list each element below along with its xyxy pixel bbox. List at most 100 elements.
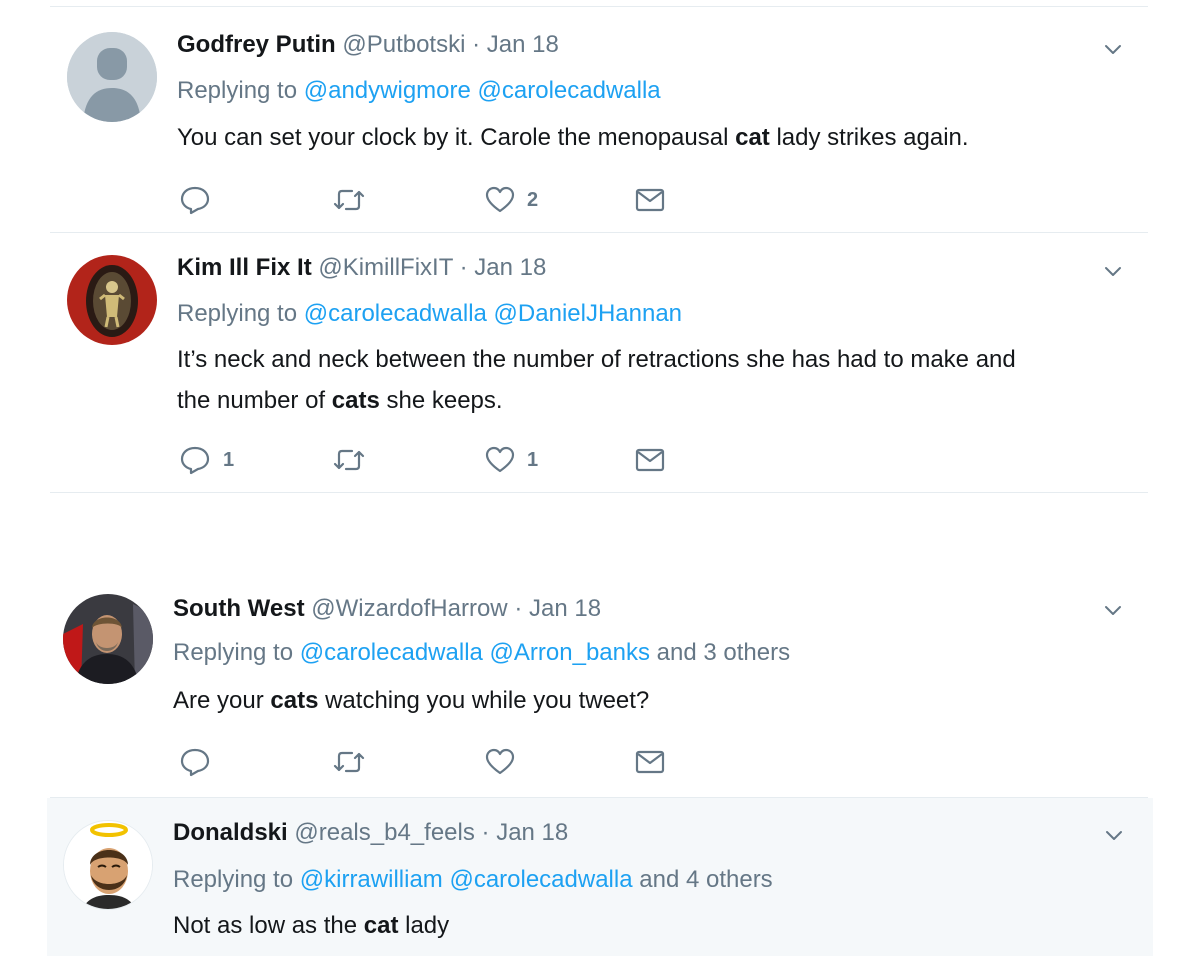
mention-link[interactable]: @carolecadwalla — [449, 866, 632, 893]
direct-message-button[interactable] — [635, 183, 665, 217]
retweet-button[interactable] — [332, 183, 378, 217]
avatar[interactable] — [63, 820, 153, 910]
like-count: 1 — [527, 448, 539, 471]
tweet-text-bold: cat — [363, 912, 399, 939]
replying-to-label: Replying to — [173, 866, 294, 893]
replying-to-line: Replying to @carolecadwalla @DanielJHann… — [177, 299, 682, 329]
reply-count: 1 — [223, 448, 235, 471]
chevron-down-icon[interactable] — [1103, 824, 1125, 846]
reply-icon — [180, 446, 210, 475]
like-button[interactable] — [485, 745, 527, 779]
replying-to-line: Replying to @andywigmore @carolecadwalla — [177, 76, 661, 106]
mention-link[interactable]: @Arron_banks — [490, 639, 650, 666]
like-count: 2 — [527, 188, 539, 211]
tweet-text-part: You can set your clock by it. Carole the… — [177, 124, 736, 151]
tweet-actions: 2 — [177, 183, 677, 217]
mention-link[interactable]: @carolecadwalla — [304, 300, 487, 327]
tweet-text: Not as low as the cat lady — [173, 905, 1113, 946]
display-name[interactable]: Godfrey Putin — [177, 31, 336, 58]
tweet-date[interactable]: Jan 18 — [496, 819, 568, 846]
separator-dot: · — [472, 31, 481, 58]
display-name[interactable]: Donaldski — [173, 819, 288, 846]
heart-icon — [485, 446, 515, 473]
mention-link[interactable]: @andywigmore — [304, 77, 471, 104]
chevron-down-icon[interactable] — [1102, 260, 1124, 282]
reply-icon — [180, 748, 210, 777]
retweet-icon — [333, 189, 365, 211]
tweet-highlighted[interactable]: Donaldski @reals_b4_feels · Jan 18 Reply… — [47, 798, 1153, 956]
heart-icon — [485, 748, 515, 775]
top-divider — [50, 6, 1148, 7]
user-handle[interactable]: @reals_b4_feels — [294, 819, 474, 846]
tweet-header: South West @WizardofHarrow · Jan 18 — [173, 594, 601, 624]
reply-button[interactable]: 1 — [179, 443, 234, 477]
separator-dot: · — [459, 254, 468, 281]
replying-to-line: Replying to @kirrawilliam @carolecadwall… — [173, 865, 773, 895]
replying-to-label: Replying to — [177, 300, 298, 327]
retweet-icon — [333, 751, 365, 773]
tweet-actions — [177, 745, 677, 779]
like-button[interactable]: 1 — [485, 443, 538, 477]
tweet-header: Donaldski @reals_b4_feels · Jan 18 — [173, 818, 568, 848]
tweet[interactable]: South West @WizardofHarrow · Jan 18 Repl… — [50, 572, 1148, 797]
retweet-button[interactable] — [332, 443, 378, 477]
envelope-icon — [635, 750, 665, 774]
tweet-text: It’s neck and neck between the number of… — [177, 339, 1137, 421]
profile-photo — [67, 255, 157, 345]
tweet-text-part: lady strikes again. — [769, 124, 969, 151]
tweet-header: Kim Ill Fix It @KimillFixIT · Jan 18 — [177, 253, 546, 283]
tweet-date[interactable]: Jan 18 — [474, 254, 546, 281]
retweet-button[interactable] — [332, 745, 378, 779]
bitmoji-avatar-icon — [64, 821, 152, 909]
tweet-text-bold: cats — [331, 387, 380, 414]
user-handle[interactable]: @Putbotski — [342, 31, 465, 58]
reply-button[interactable] — [179, 745, 223, 779]
tweet-text-part: lady — [398, 912, 450, 939]
envelope-icon — [635, 188, 665, 212]
avatar[interactable] — [67, 32, 157, 122]
replying-to-label: Replying to — [177, 77, 298, 104]
tweet[interactable]: Godfrey Putin @Putbotski · Jan 18 Replyi… — [50, 8, 1148, 232]
display-name[interactable]: Kim Ill Fix It — [177, 254, 312, 281]
mention-link[interactable]: @carolecadwalla — [478, 77, 661, 104]
tweet-actions: 1 1 — [177, 443, 677, 477]
direct-message-button[interactable] — [635, 745, 665, 779]
mention-link[interactable]: @DanielJHannan — [494, 300, 682, 327]
tweet-text-line: the number of cats she keeps. — [177, 380, 1137, 421]
heart-icon — [485, 186, 515, 213]
separator-dot: · — [514, 595, 523, 622]
separator-dot: · — [481, 819, 490, 846]
tweet-header: Godfrey Putin @Putbotski · Jan 18 — [177, 30, 559, 60]
tweet[interactable]: Kim Ill Fix It @KimillFixIT · Jan 18 Rep… — [50, 233, 1148, 493]
replying-to-line: Replying to @carolecadwalla @Arron_banks… — [173, 638, 790, 668]
tweet-text-bold: cats — [270, 687, 319, 714]
tweet-text-part: Not as low as the — [173, 912, 364, 939]
other-mentions[interactable]: and 3 others — [657, 639, 790, 666]
tweet-text-part: It’s neck and neck between the number of… — [177, 346, 1016, 373]
retweet-icon — [333, 449, 365, 471]
other-mentions[interactable]: and 4 others — [639, 866, 772, 893]
display-name[interactable]: South West — [173, 595, 305, 622]
like-button[interactable]: 2 — [485, 183, 538, 217]
avatar[interactable] — [63, 594, 153, 684]
envelope-icon — [635, 448, 665, 472]
avatar[interactable] — [67, 255, 157, 345]
tweet-date[interactable]: Jan 18 — [529, 595, 601, 622]
tweet-text-part: she keeps. — [379, 387, 503, 414]
direct-message-button[interactable] — [635, 443, 665, 477]
reply-icon — [180, 186, 210, 215]
tweet-date[interactable]: Jan 18 — [487, 31, 559, 58]
mention-link[interactable]: @carolecadwalla — [300, 639, 483, 666]
chevron-down-icon[interactable] — [1102, 599, 1124, 621]
reply-button[interactable] — [179, 183, 223, 217]
user-handle[interactable]: @WizardofHarrow — [311, 595, 507, 622]
replying-to-label: Replying to — [173, 639, 294, 666]
tweet-divider — [50, 492, 1148, 493]
tweet-text-part: the number of — [177, 387, 332, 414]
mention-link[interactable]: @kirrawilliam — [300, 866, 443, 893]
tweet-text-bold: cat — [735, 124, 770, 151]
tweet-text-part: Are your — [173, 687, 271, 714]
tweet-text: Are your cats watching you while you twe… — [173, 680, 1113, 721]
chevron-down-icon[interactable] — [1102, 38, 1124, 60]
user-handle[interactable]: @KimillFixIT — [318, 254, 453, 281]
